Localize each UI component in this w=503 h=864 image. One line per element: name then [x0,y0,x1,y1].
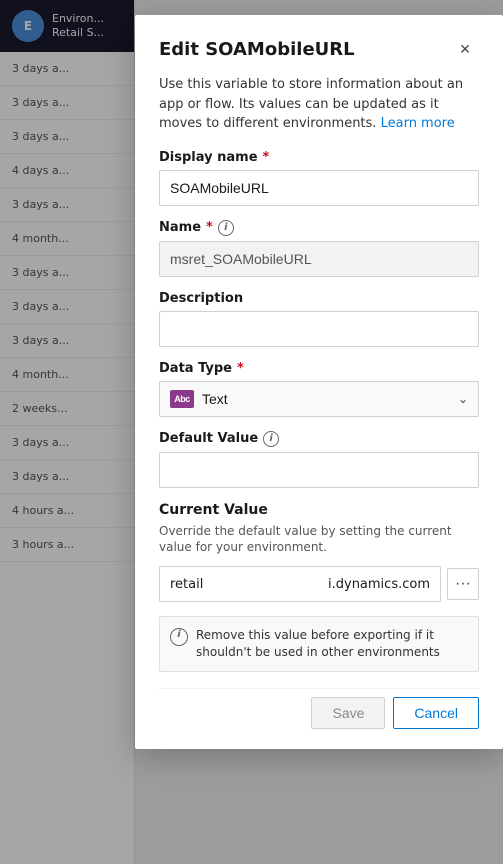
ellipsis-button[interactable]: ··· [447,568,479,600]
modal-description: Use this variable to store information a… [159,75,479,134]
text-type-icon: Abc [170,390,194,408]
required-star: * [263,150,270,165]
current-value-input[interactable]: retail i.dynamics.com [159,566,441,602]
learn-more-link[interactable]: Learn more [381,116,455,131]
current-value-right: i.dynamics.com [328,577,430,592]
edit-variable-modal: Edit SOAMobileURL × Use this variable to… [135,15,503,749]
warning-info-icon: i [170,628,188,646]
modal-footer: Save Cancel [159,688,479,729]
close-button[interactable]: × [451,35,479,63]
dropdown-left: Abc Text [170,390,228,408]
data-type-value: Text [202,391,228,407]
save-button[interactable]: Save [311,697,385,729]
default-value-label: Default Value i [159,431,479,447]
modal-header: Edit SOAMobileURL × [159,35,479,63]
default-value-field-group: Default Value i [159,431,479,488]
name-field-group: Name * i [159,220,479,277]
required-star: * [237,361,244,376]
default-value-input[interactable] [159,452,479,488]
cancel-button[interactable]: Cancel [393,697,479,729]
required-star: * [206,220,213,235]
warning-box: i Remove this value before exporting if … [159,616,479,672]
name-info-icon[interactable]: i [218,220,234,236]
chevron-down-icon: ⌄ [458,392,468,406]
current-value-left: retail [170,577,203,592]
description-field-group: Description [159,291,479,347]
data-type-field-group: Data Type * Abc Text ⌄ [159,361,479,417]
current-value-wrapper: retail i.dynamics.com ··· [159,566,479,602]
description-input[interactable] [159,311,479,347]
default-value-info-icon[interactable]: i [263,431,279,447]
data-type-dropdown-wrapper: Abc Text ⌄ [159,381,479,417]
modal-title: Edit SOAMobileURL [159,39,355,60]
name-label: Name * i [159,220,479,236]
data-type-label: Data Type * [159,361,479,376]
data-type-dropdown[interactable]: Abc Text ⌄ [159,381,479,417]
display-name-input[interactable] [159,170,479,206]
current-value-text: retail i.dynamics.com [170,577,430,592]
current-value-section: Current Value Override the default value… [159,502,479,603]
current-value-title: Current Value [159,502,479,518]
current-value-desc: Override the default value by setting th… [159,523,479,557]
display-name-field-group: Display name * [159,150,479,206]
display-name-label: Display name * [159,150,479,165]
warning-text: Remove this value before exporting if it… [196,627,468,661]
name-input [159,241,479,277]
description-label: Description [159,291,479,306]
